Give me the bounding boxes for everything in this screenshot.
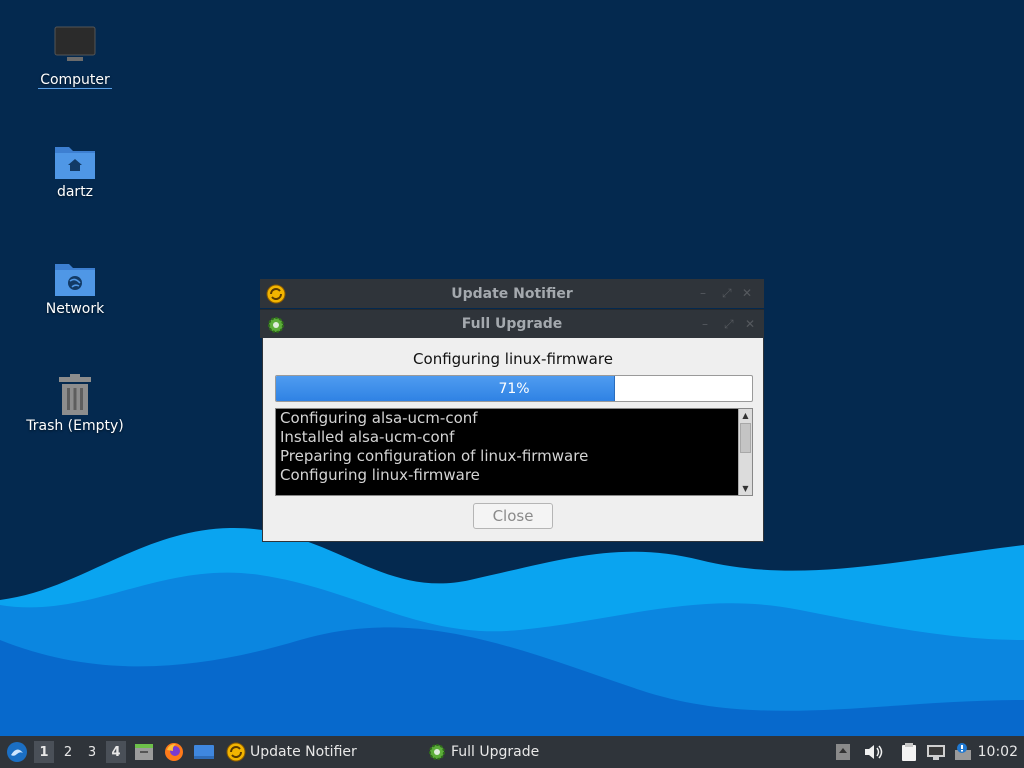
start-menu-button[interactable] bbox=[4, 736, 30, 768]
close-button[interactable]: Close bbox=[473, 503, 553, 529]
clipboard-tray-button[interactable] bbox=[899, 736, 919, 768]
task-label: Update Notifier bbox=[250, 744, 357, 760]
desktop-icon-network[interactable]: Network bbox=[20, 255, 130, 317]
network-tray-button[interactable] bbox=[926, 736, 946, 768]
update-available-icon bbox=[955, 743, 971, 760]
scroll-up-icon[interactable]: ▲ bbox=[739, 409, 752, 422]
log-text: Configuring alsa-ucm-conf Installed alsa… bbox=[280, 409, 589, 484]
workspace-2[interactable]: 2 bbox=[58, 741, 78, 763]
home-folder-icon bbox=[55, 147, 95, 179]
trash-icon bbox=[59, 374, 91, 415]
log-output[interactable]: Configuring alsa-ucm-conf Installed alsa… bbox=[275, 408, 753, 496]
update-notifier-icon bbox=[266, 284, 286, 304]
desktop-icon-label: dartz bbox=[56, 184, 94, 200]
volume-button[interactable] bbox=[863, 736, 883, 768]
workspace-3[interactable]: 3 bbox=[82, 741, 102, 763]
workspace-1[interactable]: 1 bbox=[34, 741, 54, 763]
desktop-icon-label: Trash (Empty) bbox=[26, 418, 124, 434]
desktop-icon bbox=[194, 745, 214, 759]
volume-icon bbox=[865, 745, 883, 759]
update-notifier-titlebar[interactable]: Update Notifier – ⤢ ✕ bbox=[260, 279, 764, 308]
scroll-down-icon[interactable]: ▼ bbox=[739, 482, 752, 495]
progress-bar: 71% bbox=[275, 375, 753, 402]
desktop-icon-home-folder[interactable]: dartz bbox=[20, 138, 130, 200]
task-label: Full Upgrade bbox=[451, 744, 540, 760]
desktop-icon-label: Computer bbox=[38, 72, 112, 89]
file-manager-launcher[interactable] bbox=[134, 736, 154, 768]
network-wired-icon bbox=[927, 745, 945, 760]
clock[interactable]: 10:02 bbox=[978, 736, 1018, 768]
firefox-icon bbox=[165, 743, 183, 761]
firefox-launcher[interactable] bbox=[164, 736, 184, 768]
desktop-icon-computer[interactable]: Computer bbox=[20, 22, 130, 89]
minimize-icon[interactable]: – bbox=[700, 286, 706, 300]
window-title: Full Upgrade bbox=[461, 316, 563, 332]
network-folder-icon bbox=[55, 264, 95, 296]
maximize-icon[interactable]: ⤢ bbox=[724, 317, 734, 332]
gear-icon bbox=[429, 744, 445, 760]
window-title: Update Notifier bbox=[451, 285, 573, 302]
full-upgrade-window: Configuring linux-firmware 71% Configuri… bbox=[262, 338, 764, 542]
status-label: Configuring linux-firmware bbox=[413, 350, 613, 368]
task-update-notifier[interactable]: Update Notifier bbox=[226, 736, 357, 768]
desktop-icon-trash[interactable]: Trash (Empty) bbox=[20, 372, 130, 434]
close-icon[interactable]: ✕ bbox=[742, 286, 752, 300]
computer-icon bbox=[54, 26, 96, 61]
clipboard-icon bbox=[902, 743, 916, 761]
task-full-upgrade[interactable]: Full Upgrade bbox=[427, 736, 539, 768]
progress-percent: 71% bbox=[498, 380, 530, 397]
taskbar: 1 2 3 4 Update Notifier Full Upgrade 10:… bbox=[0, 736, 1024, 768]
update-tray-button[interactable] bbox=[953, 736, 973, 768]
workspace-4[interactable]: 4 bbox=[106, 741, 126, 763]
full-upgrade-titlebar[interactable]: Full Upgrade – ⤢ ✕ bbox=[260, 309, 764, 338]
minimize-icon[interactable]: – bbox=[702, 317, 708, 331]
tray-expand-button[interactable] bbox=[835, 736, 851, 768]
maximize-icon[interactable]: ⤢ bbox=[722, 286, 732, 301]
gear-icon bbox=[268, 317, 284, 333]
lubuntu-logo-icon bbox=[7, 742, 27, 762]
update-notifier-icon bbox=[226, 742, 246, 762]
desktop-icon-label: Network bbox=[45, 301, 105, 317]
close-icon[interactable]: ✕ bbox=[745, 317, 755, 331]
tray-up-arrow-icon bbox=[836, 744, 850, 760]
file-manager-icon bbox=[135, 744, 153, 760]
scrollbar-thumb[interactable] bbox=[740, 423, 751, 453]
log-scrollbar[interactable]: ▲ ▼ bbox=[738, 409, 752, 495]
show-desktop-button[interactable] bbox=[193, 736, 215, 768]
